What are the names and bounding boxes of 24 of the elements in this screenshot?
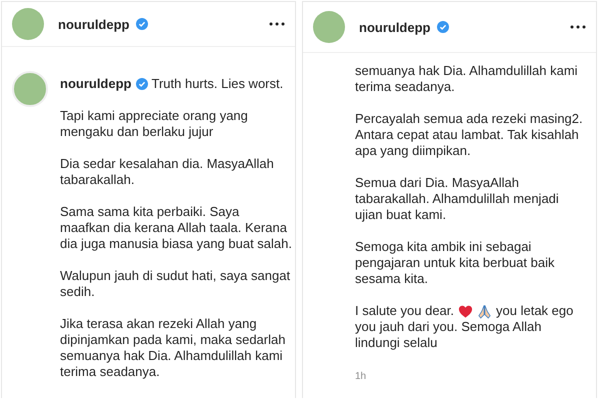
caption-paragraph: Semoga kita ambik ini sebagai pengajaran untuk kita berbuat baik sesama kita. (355, 239, 556, 287)
caption-paragraph: Tapi kami appreciate orang yang mengaku dan berlaku jujur (60, 108, 249, 140)
caption-text: you letak ego (496, 303, 574, 319)
timestamp: 1h (355, 371, 366, 382)
caption-text: I salute you dear. (355, 303, 454, 319)
more-options-icon[interactable] (269, 22, 285, 26)
more-options-icon[interactable] (570, 25, 586, 29)
avatar[interactable] (313, 11, 345, 43)
avatar[interactable] (12, 8, 44, 40)
caption-paragraph: Jika terasa akan rezeki Allah yang dipinjamkan pada kami, maka sedarlah semuanya hak Dia. Alhamdulillah kami terima seadanya. (60, 316, 286, 380)
caption-text: you jauh dari you. Semoga Allah lindungi selalu (355, 319, 542, 351)
caption-paragraph: Dia sedar kesalahan dia. MasyaAllah tabarakallah. (60, 156, 275, 188)
heart-icon (458, 304, 474, 318)
caption-paragraph: Sama sama kita perbaiki. Saya maafkan dia kerana Allah taala. Kerana dia juga manusia biasa yang buat salah. (60, 204, 292, 252)
username[interactable]: nouruldepp (359, 20, 430, 34)
username[interactable]: nouruldepp (58, 16, 130, 32)
caption-paragraph: Walupun jauh di sudut hati, saya sangat sedih. (60, 268, 292, 300)
avatar[interactable] (12, 71, 48, 107)
praying-hands-icon (477, 304, 492, 318)
caption-paragraph: Semua dari Dia. MasyaAllah tabarakallah. Alhamdulillah menjadi ujian buat kami. (355, 175, 560, 223)
caption-text: Truth hurts. Lies worst. (152, 76, 284, 92)
caption-paragraph: semuanya hak Dia. Alhamdulillah kami terima seadanya. (355, 63, 579, 95)
caption-paragraph: Percayalah semua ada rezeki masing2. Antara cepat atau lambat. Tak kisahlah apa yang diimpikan. (355, 111, 584, 159)
username[interactable]: nouruldepp (60, 76, 132, 92)
